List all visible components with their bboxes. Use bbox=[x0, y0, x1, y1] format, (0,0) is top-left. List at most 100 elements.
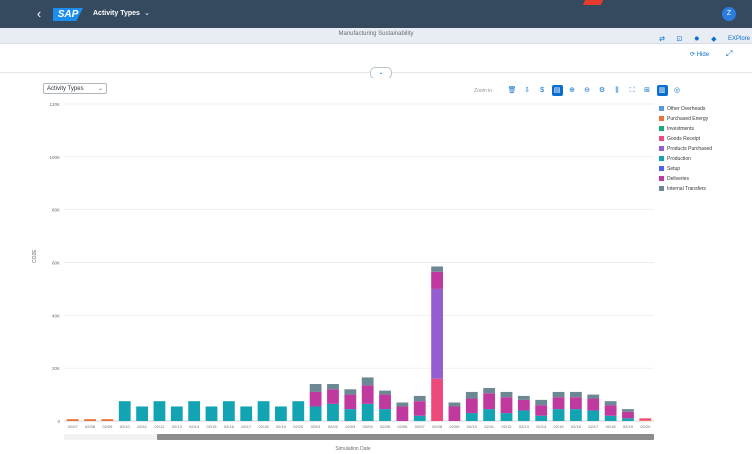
bar-segment[interactable] bbox=[188, 401, 201, 421]
bar-segment[interactable] bbox=[483, 393, 496, 410]
bar-segment[interactable] bbox=[431, 266, 443, 272]
bar-segment[interactable] bbox=[431, 378, 443, 421]
bar-segment[interactable] bbox=[570, 391, 582, 398]
bar-segment[interactable] bbox=[604, 415, 617, 421]
hide-button[interactable]: ⟳ Hide bbox=[690, 51, 709, 58]
bar-segment[interactable] bbox=[413, 395, 426, 402]
bar-segment[interactable] bbox=[448, 406, 461, 421]
bar-segment[interactable] bbox=[379, 394, 391, 410]
bar-segment[interactable] bbox=[500, 413, 513, 421]
edit-icon[interactable]: ⊡ bbox=[676, 35, 682, 43]
bar-segment[interactable] bbox=[344, 409, 357, 421]
legend-item[interactable]: Setup bbox=[659, 165, 751, 175]
bar-segment[interactable] bbox=[361, 385, 374, 404]
bar-segment[interactable] bbox=[570, 409, 582, 421]
bar-segment[interactable] bbox=[465, 398, 478, 414]
bar-segment[interactable] bbox=[500, 397, 513, 414]
bar-segment[interactable] bbox=[431, 271, 443, 289]
bar-segment[interactable] bbox=[396, 402, 409, 407]
bar-segment[interactable] bbox=[431, 288, 443, 379]
bar-segment[interactable] bbox=[309, 391, 322, 407]
x-tick-label: 02/09 bbox=[102, 424, 113, 429]
bar-segment[interactable] bbox=[136, 406, 148, 421]
legend-item[interactable]: Other Overheads bbox=[659, 105, 751, 115]
bar-segment[interactable] bbox=[379, 390, 391, 395]
bar-segment[interactable] bbox=[327, 384, 339, 390]
explore-button[interactable]: EXPlore bbox=[728, 36, 750, 42]
share-icon[interactable]: ⇄ bbox=[659, 35, 665, 43]
back-arrow-icon[interactable]: ‹ bbox=[32, 6, 46, 22]
bar-segment[interactable] bbox=[465, 413, 478, 421]
bar-segment[interactable] bbox=[517, 410, 530, 421]
bar-segment[interactable] bbox=[535, 399, 548, 406]
settings-icon[interactable]: ✸ bbox=[694, 35, 700, 43]
expand-icon[interactable]: ⤢ bbox=[726, 49, 732, 59]
x-tick-label: 02/03 bbox=[345, 424, 356, 429]
bar-segment[interactable] bbox=[413, 401, 426, 416]
bar-segment[interactable] bbox=[153, 401, 166, 421]
app-title-menu[interactable]: Activity Types ⌄ bbox=[93, 9, 150, 17]
bar-segment[interactable] bbox=[448, 402, 461, 407]
bar-segment[interactable] bbox=[66, 419, 79, 421]
legend-item[interactable]: Deliveries bbox=[659, 175, 751, 185]
bar-segment[interactable] bbox=[396, 406, 409, 421]
x-tick-label: 02/18 bbox=[606, 424, 617, 429]
bar-segment[interactable] bbox=[118, 401, 131, 421]
bar-segment[interactable] bbox=[587, 398, 600, 411]
bar-segment[interactable] bbox=[344, 394, 357, 410]
bar-segment[interactable] bbox=[604, 401, 617, 406]
bar-segment[interactable] bbox=[604, 405, 617, 416]
legend-swatch bbox=[659, 146, 664, 152]
bar-segment[interactable] bbox=[292, 401, 305, 421]
bar-segment[interactable] bbox=[552, 391, 565, 398]
chart-container: Activity Types ⌄ Zoom in 🗑 ⇩ $ ▤ ⊕ ⊖ ⚙ ⫼ ⛶ ⊞ ▥ ◎ 02… bbox=[0, 78, 752, 454]
bar-segment[interactable] bbox=[587, 410, 600, 421]
bar-segment[interactable] bbox=[622, 411, 634, 419]
legend-item[interactable]: Purchased Energy bbox=[659, 115, 751, 125]
bookmark-icon[interactable]: ◆ bbox=[711, 35, 716, 43]
bar-segment[interactable] bbox=[327, 403, 339, 421]
bar-segment[interactable] bbox=[327, 389, 339, 404]
bar-segment[interactable] bbox=[379, 409, 391, 421]
legend-item[interactable]: Production bbox=[659, 155, 751, 165]
bar-segment[interactable] bbox=[257, 401, 270, 421]
y-tick-label: 80K bbox=[52, 208, 60, 213]
bar-segment[interactable] bbox=[361, 403, 374, 421]
chart-scrollbar-thumb[interactable] bbox=[157, 434, 654, 440]
bar-segment[interactable] bbox=[552, 397, 565, 410]
bar-segment[interactable] bbox=[483, 409, 496, 421]
bar-segment[interactable] bbox=[570, 397, 582, 410]
legend-item[interactable]: Goods Receipt bbox=[659, 135, 751, 145]
bar-segment[interactable] bbox=[517, 399, 530, 411]
bar-segment[interactable] bbox=[84, 419, 96, 421]
bar-segment[interactable] bbox=[517, 395, 530, 400]
bar-segment[interactable] bbox=[639, 420, 652, 421]
bar-segment[interactable] bbox=[344, 389, 357, 395]
bar-segment[interactable] bbox=[413, 415, 426, 421]
x-tick-label: 02/12 bbox=[501, 424, 512, 429]
bar-segment[interactable] bbox=[361, 377, 374, 386]
legend-item[interactable]: Investments bbox=[659, 125, 751, 135]
bar-segment[interactable] bbox=[622, 418, 634, 421]
bar-segment[interactable] bbox=[101, 419, 114, 421]
bar-segment[interactable] bbox=[622, 409, 634, 412]
bar-segment[interactable] bbox=[587, 394, 600, 399]
bar-segment[interactable] bbox=[535, 415, 548, 421]
x-tick-label: 02/20 bbox=[293, 424, 304, 429]
bar-segment[interactable] bbox=[309, 384, 322, 392]
legend-item[interactable]: Internal Transfers bbox=[659, 185, 751, 195]
bar-segment[interactable] bbox=[500, 391, 513, 398]
bar-segment[interactable] bbox=[639, 418, 652, 421]
bar-segment[interactable] bbox=[240, 406, 253, 421]
avatar[interactable]: Z bbox=[722, 7, 736, 21]
bar-segment[interactable] bbox=[309, 406, 322, 421]
bar-segment[interactable] bbox=[552, 409, 565, 421]
bar-segment[interactable] bbox=[535, 405, 548, 416]
bar-segment[interactable] bbox=[170, 406, 183, 421]
bar-segment[interactable] bbox=[465, 391, 478, 399]
bar-segment[interactable] bbox=[222, 401, 235, 421]
bar-segment[interactable] bbox=[483, 387, 496, 394]
bar-segment[interactable] bbox=[275, 406, 287, 421]
bar-segment[interactable] bbox=[205, 406, 218, 421]
legend-item[interactable]: Products Purchased bbox=[659, 145, 751, 155]
